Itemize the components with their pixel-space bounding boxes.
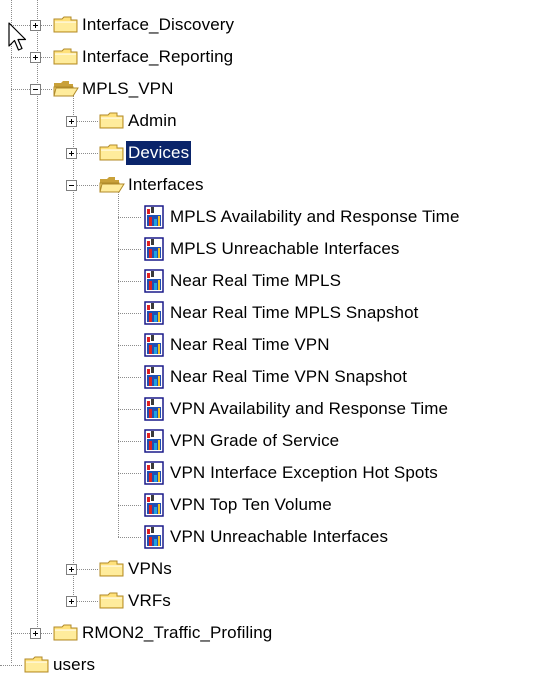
tree-item-mpls-unreachable-interfaces[interactable]: MPLS Unreachable Interfaces: [168, 237, 402, 261]
report-icon[interactable]: [144, 493, 164, 517]
report-icon[interactable]: [144, 365, 164, 389]
tree-item-rmon2-traffic-profiling[interactable]: RMON2_Traffic_Profiling: [80, 621, 274, 645]
tree-connector: [118, 409, 141, 410]
tree-item-near-real-time-vpn[interactable]: Near Real Time VPN: [168, 333, 332, 357]
folder-icon[interactable]: [53, 47, 79, 67]
collapse-minus-icon[interactable]: [30, 84, 41, 95]
tree-item-vrfs[interactable]: VRFs: [126, 589, 173, 613]
tree-item-mpls-vpn[interactable]: MPLS_VPN: [80, 77, 176, 101]
report-icon[interactable]: [144, 301, 164, 325]
tree-item-mpls-availability-and-response-time[interactable]: MPLS Availability and Response Time: [168, 205, 462, 229]
folder-icon[interactable]: [99, 559, 125, 579]
tree-connector: [118, 505, 141, 506]
expand-plus-icon[interactable]: [66, 596, 77, 607]
expand-plus-icon[interactable]: [66, 564, 77, 575]
report-icon[interactable]: [144, 333, 164, 357]
tree-connector: [118, 217, 141, 218]
tree-item-users[interactable]: users: [51, 653, 97, 677]
folder-icon[interactable]: [99, 143, 125, 163]
folder-open-icon[interactable]: [99, 175, 125, 195]
tree-connector: [118, 473, 141, 474]
tree-item-admin[interactable]: Admin: [126, 109, 179, 133]
tree-item-devices[interactable]: Devices: [126, 141, 192, 165]
report-icon[interactable]: [144, 397, 164, 421]
tree-connector: [118, 249, 141, 250]
expand-plus-icon[interactable]: [30, 52, 41, 63]
tree-connector: [118, 441, 141, 442]
tree-item-near-real-time-vpn-snapshot[interactable]: Near Real Time VPN Snapshot: [168, 365, 409, 389]
tree-connector: [118, 345, 141, 346]
expand-plus-icon[interactable]: [66, 148, 77, 159]
tree-line-mpls-vpn: [73, 95, 74, 601]
expand-plus-icon[interactable]: [30, 20, 41, 31]
tree-item-interfaces[interactable]: Interfaces: [126, 173, 206, 197]
folder-open-icon[interactable]: [53, 79, 79, 99]
tree-line-root: [11, 0, 12, 663]
tree-item-vpns[interactable]: VPNs: [126, 557, 174, 581]
folder-icon[interactable]: [53, 623, 79, 643]
tree-connector: [0, 665, 22, 666]
tree-connector: [118, 377, 141, 378]
tree-connector: [118, 281, 141, 282]
tree-item-interface-discovery[interactable]: Interface_Discovery: [80, 13, 236, 37]
report-icon[interactable]: [144, 461, 164, 485]
tree-item-interface-reporting[interactable]: Interface_Reporting: [80, 45, 235, 69]
tree-item-vpn-interface-exception-hot-spots[interactable]: VPN Interface Exception Hot Spots: [168, 461, 440, 485]
folder-icon[interactable]: [99, 591, 125, 611]
tree-item-vpn-availability-and-response-time[interactable]: VPN Availability and Response Time: [168, 397, 450, 421]
report-tree: Interface_Discovery Interface_Reporting MP…: [0, 0, 543, 681]
tree-line-interfaces: [118, 191, 119, 537]
expand-plus-icon[interactable]: [30, 628, 41, 639]
folder-icon[interactable]: [99, 111, 125, 131]
report-icon[interactable]: [144, 269, 164, 293]
tree-item-near-real-time-mpls-snapshot[interactable]: Near Real Time MPLS Snapshot: [168, 301, 420, 325]
report-icon[interactable]: [144, 429, 164, 453]
tree-item-vpn-top-ten-volume[interactable]: VPN Top Ten Volume: [168, 493, 334, 517]
expand-plus-icon[interactable]: [66, 116, 77, 127]
folder-icon[interactable]: [53, 15, 79, 35]
tree-item-vpn-grade-of-service[interactable]: VPN Grade of Service: [168, 429, 341, 453]
collapse-minus-icon[interactable]: [66, 180, 77, 191]
tree-item-near-real-time-mpls[interactable]: Near Real Time MPLS: [168, 269, 343, 293]
report-icon[interactable]: [144, 205, 164, 229]
tree-connector: [118, 313, 141, 314]
tree-item-vpn-unreachable-interfaces[interactable]: VPN Unreachable Interfaces: [168, 525, 390, 549]
report-icon[interactable]: [144, 237, 164, 261]
folder-icon[interactable]: [24, 655, 50, 675]
report-icon[interactable]: [144, 525, 164, 549]
tree-connector: [118, 537, 141, 538]
